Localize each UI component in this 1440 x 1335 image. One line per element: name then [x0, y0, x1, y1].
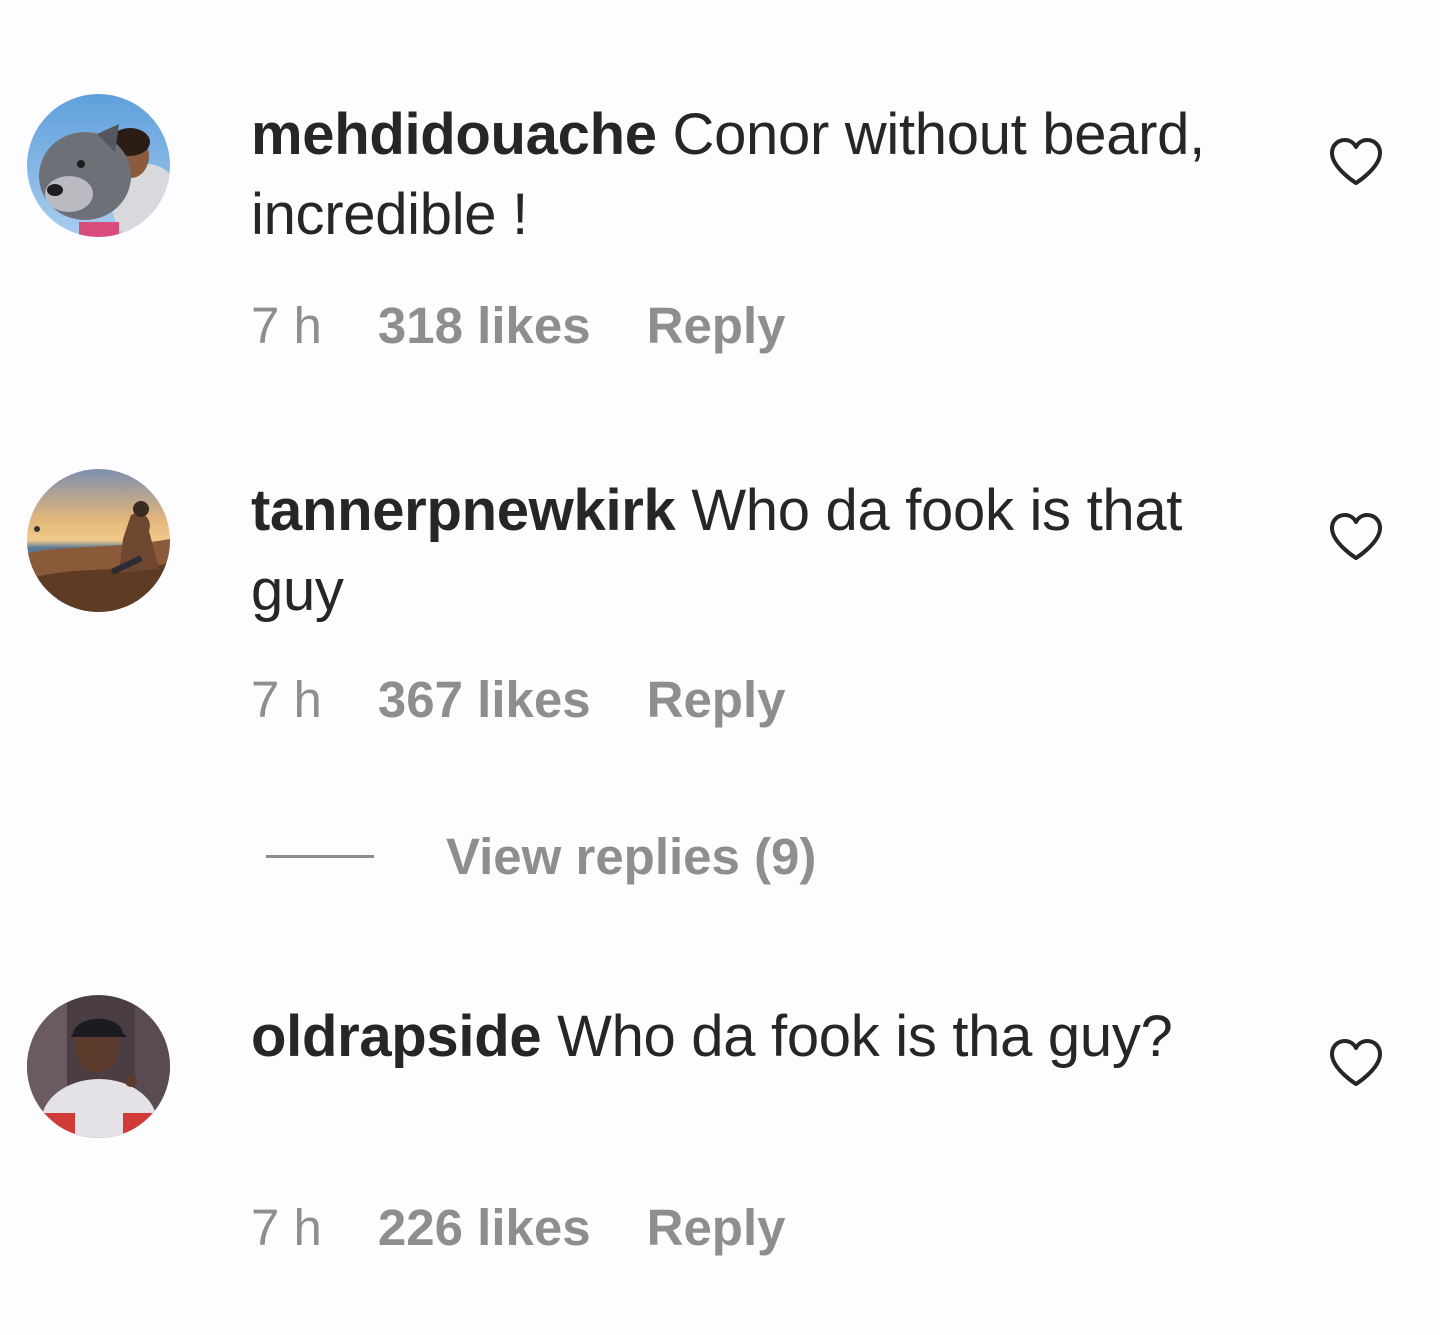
- comment-username[interactable]: tannerpnewkirk: [251, 478, 676, 543]
- comment-username[interactable]: oldrapside: [251, 1004, 542, 1069]
- comment-likes[interactable]: 367 likes: [378, 670, 591, 729]
- comment-text: oldrapside Who da fook is tha guy?: [251, 997, 1251, 1077]
- view-replies-label: View replies (9): [446, 827, 817, 885]
- avatar[interactable]: [27, 995, 170, 1138]
- comment-time[interactable]: 7 h: [251, 670, 322, 729]
- view-replies-divider: [266, 854, 374, 858]
- heart-outline-icon: [1330, 513, 1382, 560]
- avatar-sunset-beach-image: [27, 469, 170, 612]
- reply-button[interactable]: Reply: [647, 670, 786, 729]
- comment-username[interactable]: mehdidouache: [251, 102, 657, 167]
- heart-outline-icon: [1330, 1039, 1382, 1086]
- view-replies-button[interactable]: View replies (9): [266, 826, 816, 886]
- comment-time[interactable]: 7 h: [251, 1198, 322, 1257]
- comment-time[interactable]: 7 h: [251, 296, 322, 355]
- comment-meta: 7 h 318 likes Reply: [251, 296, 786, 355]
- comment-text: mehdidouache Conor without beard, incred…: [251, 95, 1251, 255]
- avatar[interactable]: [27, 94, 170, 237]
- like-button[interactable]: [1328, 1038, 1384, 1088]
- comment-text: tannerpnewkirk Who da fook is that guy: [251, 471, 1251, 631]
- avatar-dog-and-man-image: [27, 94, 170, 237]
- like-button[interactable]: [1328, 137, 1384, 187]
- reply-button[interactable]: Reply: [647, 296, 786, 355]
- comment-likes[interactable]: 318 likes: [378, 296, 591, 355]
- heart-outline-icon: [1330, 138, 1382, 185]
- avatar[interactable]: [27, 469, 170, 612]
- avatar-man-in-cap-image: [27, 995, 170, 1138]
- like-button[interactable]: [1328, 512, 1384, 562]
- comment-meta: 7 h 367 likes Reply: [251, 670, 786, 729]
- reply-button[interactable]: Reply: [647, 1198, 786, 1257]
- comment-body: Who da fook is tha guy?: [557, 1004, 1173, 1069]
- comment-likes[interactable]: 226 likes: [378, 1198, 591, 1257]
- comment-meta: 7 h 226 likes Reply: [251, 1198, 786, 1257]
